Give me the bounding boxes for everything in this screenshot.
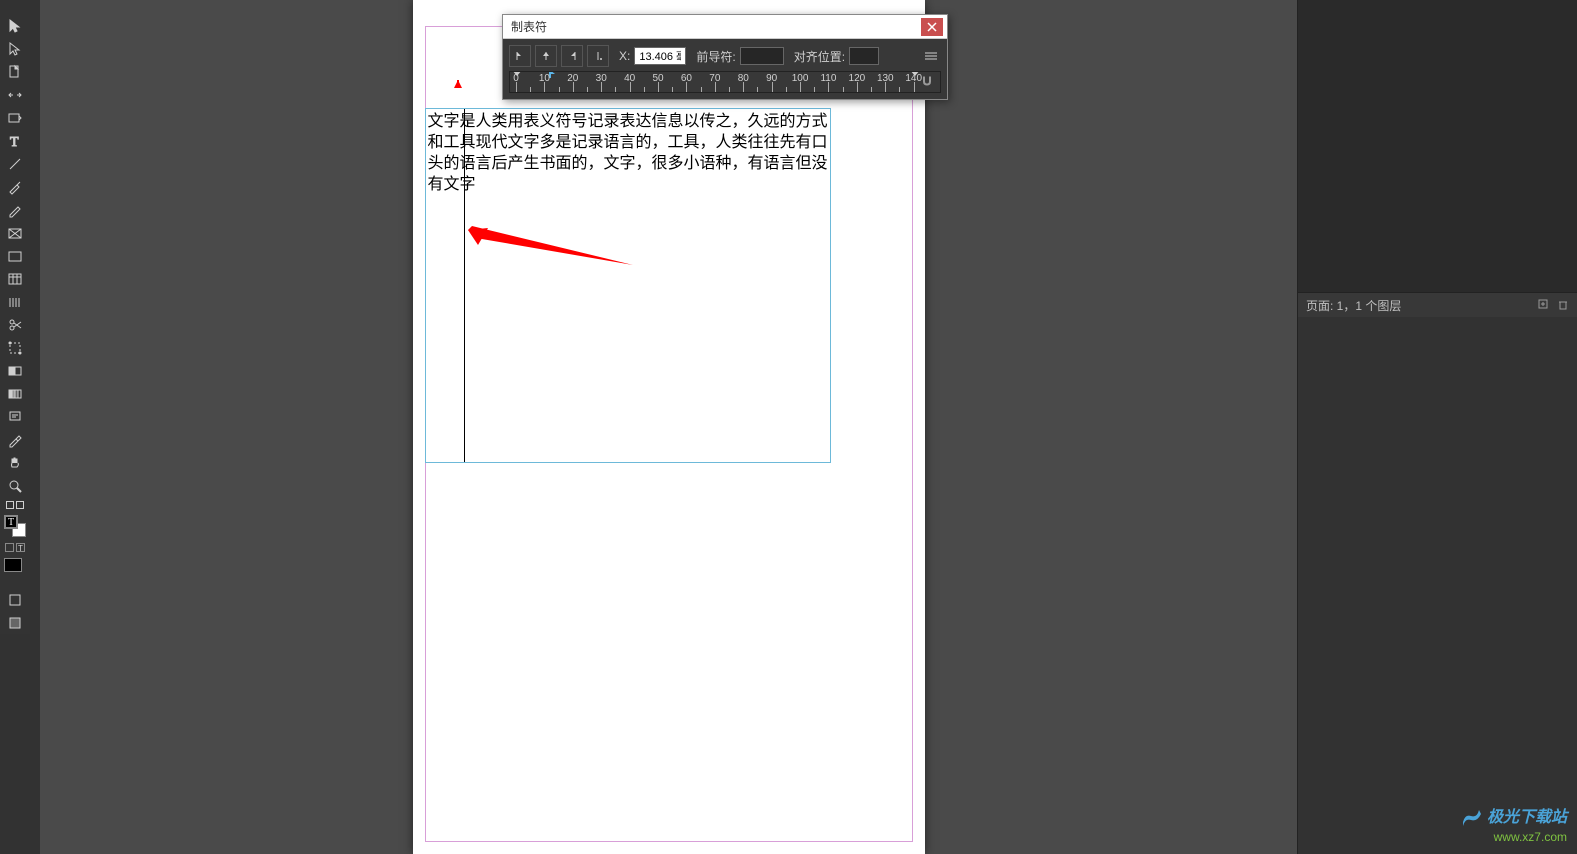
- tools-panel: T T T: [0, 10, 30, 634]
- swap-colors[interactable]: [6, 501, 24, 509]
- ruler-tick-label: 70: [709, 73, 720, 84]
- ruler-tick-label: 60: [681, 73, 692, 84]
- ruler-tick-label: 120: [849, 73, 866, 84]
- dialog-body: X: 前导符: 对齐位置: 0 10 20 30 40 50 60 70 80 90 100 110 1…: [503, 39, 947, 99]
- document-page[interactable]: 文字是人类用表义符号记录表达信息以传之，久远的方式和工具现代文字多是记录语言的，…: [413, 0, 925, 854]
- snap-magnet-icon[interactable]: [920, 74, 934, 91]
- pages-panel-status: 页面: 1，1 个图层: [1298, 293, 1577, 317]
- new-page-icon[interactable]: [1537, 298, 1549, 313]
- panel-preview-area: [1298, 0, 1577, 293]
- ruler-tick-label: 20: [567, 73, 578, 84]
- apply-color[interactable]: [4, 558, 26, 580]
- ruler-tick-label: 40: [624, 73, 635, 84]
- selection-tool[interactable]: [2, 14, 28, 37]
- ruler-tick-label: 110: [820, 73, 836, 84]
- text-content[interactable]: 文字是人类用表义符号记录表达信息以传之，久远的方式和工具现代文字多是记录语言的，…: [426, 109, 830, 197]
- x-position-input[interactable]: [634, 47, 686, 65]
- delete-page-icon[interactable]: [1557, 298, 1569, 313]
- align-input[interactable]: [849, 47, 879, 65]
- ruler-tick-label: 50: [652, 73, 663, 84]
- view-mode-normal[interactable]: [2, 588, 28, 611]
- formatting-affects[interactable]: T: [5, 543, 25, 552]
- scissors-tool[interactable]: [2, 313, 28, 336]
- table-tool[interactable]: [2, 267, 28, 290]
- svg-text:T: T: [10, 135, 19, 149]
- ruler-tick-label: 90: [766, 73, 777, 84]
- right-panel: 页面: 1，1 个图层: [1297, 0, 1577, 854]
- zoom-tool[interactable]: [2, 474, 28, 497]
- tab-center-align-button[interactable]: [535, 45, 557, 67]
- tab-left-align-button[interactable]: [509, 45, 531, 67]
- type-tool[interactable]: T: [2, 129, 28, 152]
- direct-selection-tool[interactable]: [2, 37, 28, 60]
- pen-tool[interactable]: [2, 175, 28, 198]
- dialog-title: 制表符: [511, 18, 547, 35]
- line-tool[interactable]: [2, 152, 28, 175]
- ruler-tick-label: 100: [792, 73, 809, 84]
- ruler-tick-label: 130: [877, 73, 894, 84]
- tab-stop-line: [464, 109, 465, 462]
- tabs-ruler[interactable]: 0102030405060708090100110120130140: [509, 71, 941, 93]
- text-frame[interactable]: 文字是人类用表义符号记录表达信息以传之，久远的方式和工具现代文字多是记录语言的，…: [425, 108, 831, 463]
- tab-decimal-align-button[interactable]: [587, 45, 609, 67]
- leader-label: 前导符:: [696, 48, 735, 65]
- x-position-label: X:: [619, 49, 630, 63]
- gradient-swatch-tool[interactable]: [2, 359, 28, 382]
- page-tool[interactable]: [2, 60, 28, 83]
- rectangle-tool[interactable]: [2, 244, 28, 267]
- eyedropper-tool[interactable]: [2, 428, 28, 451]
- ruler-tick-label: 30: [596, 73, 607, 84]
- rectangle-frame-tool[interactable]: [2, 221, 28, 244]
- dialog-titlebar[interactable]: 制表符: [503, 15, 947, 39]
- tab-right-align-button[interactable]: [561, 45, 583, 67]
- view-mode-preview[interactable]: [2, 611, 28, 634]
- leader-input[interactable]: [740, 47, 784, 65]
- content-collector-tool[interactable]: [2, 106, 28, 129]
- table-grid-tool[interactable]: [2, 290, 28, 313]
- ruler-tick-label: 10: [539, 73, 550, 84]
- dialog-close-button[interactable]: [921, 18, 943, 36]
- align-label: 对齐位置:: [794, 48, 845, 65]
- note-tool[interactable]: [2, 405, 28, 428]
- tabs-dialog: 制表符 X: 前导符: 对齐位置: 0 10 20 30 40 50 60 70 80 90 100…: [502, 14, 948, 100]
- canvas-area: 文字是人类用表义符号记录表达信息以传之，久远的方式和工具现代文字多是记录语言的，…: [40, 0, 1297, 854]
- fill-stroke-swatch[interactable]: T: [4, 515, 26, 537]
- gradient-feather-tool[interactable]: [2, 382, 28, 405]
- pages-status-text: 页面: 1，1 个图层: [1306, 297, 1401, 314]
- pencil-tool[interactable]: [2, 198, 28, 221]
- dialog-menu-button[interactable]: [921, 46, 941, 66]
- free-transform-tool[interactable]: [2, 336, 28, 359]
- gap-tool[interactable]: [2, 83, 28, 106]
- ruler-tick-label: 0: [513, 73, 519, 84]
- hand-tool[interactable]: [2, 451, 28, 474]
- ruler-tick-label: 80: [738, 73, 749, 84]
